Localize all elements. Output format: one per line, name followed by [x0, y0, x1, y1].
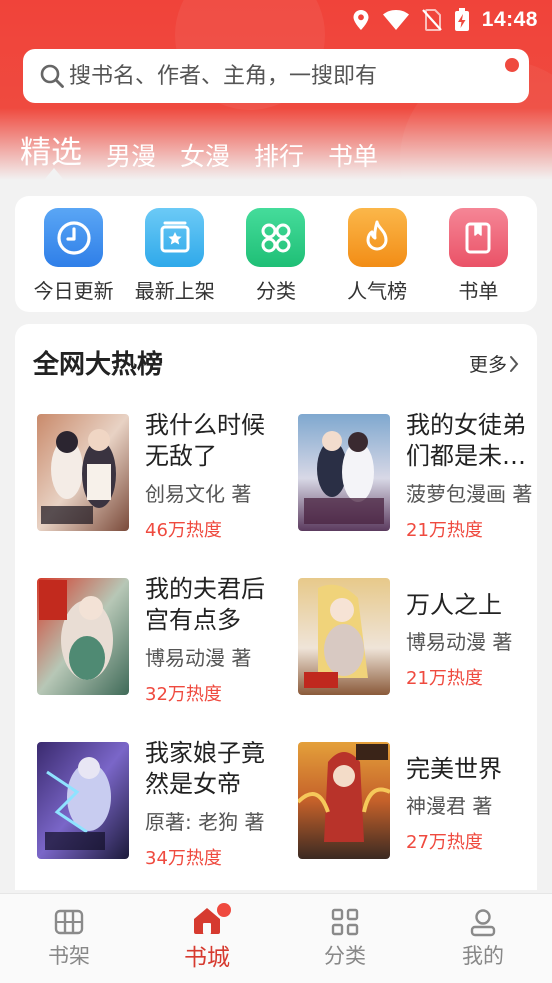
no-sim-icon	[421, 9, 442, 31]
search-bar[interactable]	[23, 49, 529, 103]
book-cover	[298, 742, 390, 859]
status-bar: 14:48	[0, 0, 552, 40]
chevron-right-icon	[510, 355, 519, 372]
wifi-icon	[382, 9, 410, 31]
search-icon	[40, 64, 64, 88]
book-heat: 46万热度	[145, 520, 222, 541]
shortcut-booklist[interactable]: 书单	[428, 208, 528, 304]
book-author: 创易文化 著	[145, 482, 252, 506]
notification-dot	[505, 58, 519, 72]
book-heat: 34万热度	[145, 848, 222, 869]
book-card[interactable]: 我家娘子竟然是女帝 原著: 老狗 著 34万热度	[37, 739, 285, 869]
book-cover	[37, 414, 129, 531]
search-input[interactable]	[69, 63, 469, 89]
nav-label: 书城	[184, 945, 230, 971]
battery-charging-icon	[454, 8, 470, 32]
shortcut-popular[interactable]: 人气榜	[327, 208, 427, 304]
nav-label: 分类	[324, 944, 366, 968]
book-cover	[298, 414, 390, 531]
book-card[interactable]: 我的夫君后宫有点多 博易动漫 著 32万热度	[37, 575, 285, 705]
profile-icon	[470, 909, 496, 937]
shortcut-label: 今日更新	[33, 279, 114, 303]
book-author: 博易动漫 著	[145, 646, 252, 670]
shortcut-label: 分类	[255, 279, 296, 303]
nav-label: 我的	[462, 944, 504, 968]
book-bookmark-icon	[448, 208, 508, 267]
shortcut-today-update[interactable]: 今日更新	[24, 208, 124, 304]
book-author: 博易动漫 著	[406, 630, 513, 654]
nav-bookshelf[interactable]: 书架	[9, 907, 129, 970]
more-link[interactable]: 更多	[469, 350, 519, 377]
clock-icon	[44, 208, 104, 267]
bookshelf-icon	[54, 909, 84, 935]
book-card[interactable]: 我什么时候无敌了 创易文化 著 46万热度	[37, 411, 285, 541]
book-author: 菠萝包漫画 著	[406, 482, 533, 506]
book-heat: 21万热度	[406, 668, 483, 689]
book-title: 我家娘子竟然是女帝	[145, 739, 265, 798]
book-card[interactable]: 我的女徒弟们都是未来诸天大佬 菠萝包漫画 著 21万热度	[298, 411, 546, 541]
clock-time: 14:48	[481, 8, 538, 31]
book-title: 完美世界	[406, 755, 502, 783]
hot-ranking-card: 全网大热榜 更多 我什么时候无敌了 创易文化 著 46万热度 我的女徒弟们都是未…	[15, 324, 537, 890]
nav-bookstore[interactable]: 书城	[147, 903, 267, 972]
location-icon	[352, 9, 370, 31]
book-author: 原著: 老狗 著	[145, 810, 265, 834]
shortcut-label: 人气榜	[347, 279, 408, 303]
book-heat: 27万热度	[406, 832, 483, 853]
book-title: 我的女徒弟们都是未来诸天大佬	[406, 411, 526, 470]
book-card[interactable]: 万人之上 博易动漫 著 21万热度	[298, 578, 546, 700]
shortcut-label: 书单	[458, 279, 499, 303]
nav-profile[interactable]: 我的	[423, 907, 543, 970]
tab-ranking[interactable]: 排行	[254, 140, 304, 174]
book-heat: 32万热度	[145, 684, 222, 705]
new-shelf-icon	[145, 208, 205, 267]
section-title: 全网大热榜	[33, 350, 164, 380]
book-author: 神漫君 著	[406, 794, 493, 818]
tab-male-comics[interactable]: 男漫	[106, 140, 156, 174]
top-category-tabs: 精选 男漫 女漫 排行 书单	[20, 124, 378, 174]
category-grid-icon	[246, 208, 306, 267]
tab-booklist[interactable]: 书单	[328, 140, 378, 174]
nav-label: 书架	[48, 944, 90, 968]
notification-dot	[217, 903, 231, 917]
book-card[interactable]: 完美世界 神漫君 著 27万热度	[298, 742, 546, 864]
book-title: 我的夫君后宫有点多	[145, 575, 265, 634]
category-icon	[331, 908, 359, 936]
book-heat: 21万热度	[406, 520, 483, 541]
shortcut-label: 最新上架	[134, 279, 215, 303]
book-title: 我什么时候无敌了	[145, 411, 265, 470]
nav-category[interactable]: 分类	[285, 907, 405, 970]
shortcut-category[interactable]: 分类	[226, 208, 326, 304]
book-title: 万人之上	[406, 591, 502, 619]
shortcut-new-release[interactable]: 最新上架	[125, 208, 225, 304]
bottom-navigation: 书架 书城 分类 我的	[0, 893, 552, 983]
active-tab-indicator	[44, 168, 64, 180]
more-label: 更多	[468, 354, 507, 376]
tab-female-comics[interactable]: 女漫	[180, 140, 230, 174]
book-cover	[37, 578, 129, 695]
shortcut-card: 今日更新 最新上架 分类 人气榜 书单	[15, 196, 537, 312]
flame-icon	[347, 208, 407, 267]
book-cover	[37, 742, 129, 859]
book-cover	[298, 578, 390, 695]
